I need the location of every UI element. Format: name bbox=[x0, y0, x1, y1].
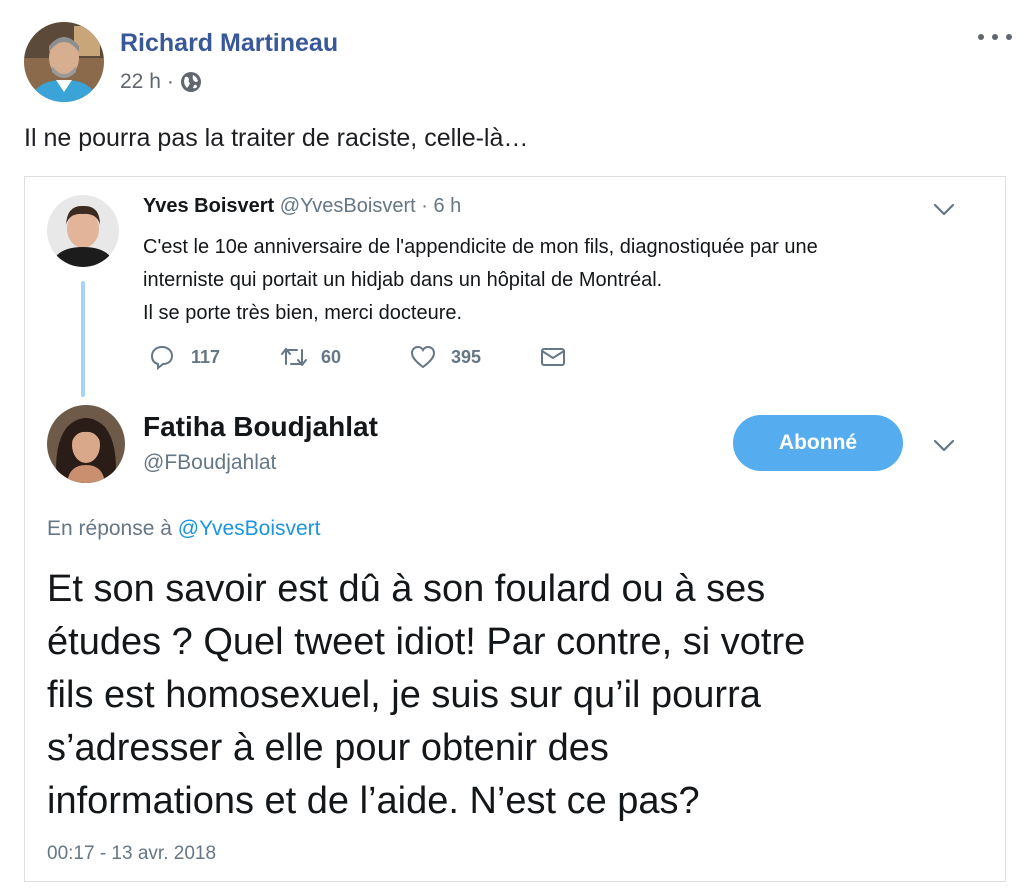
post-text: Il ne pourra pas la traiter de raciste, … bbox=[24, 124, 529, 152]
reply-icon bbox=[150, 345, 174, 370]
main-tweet-line: fils est homosexuel, je suis sur qu’il p… bbox=[47, 674, 761, 716]
parent-tweet-line: interniste qui portait un hidjab dans un… bbox=[143, 269, 663, 291]
parent-tweet-handle: @YvesBoisvert bbox=[279, 195, 416, 217]
envelope-icon bbox=[541, 348, 565, 366]
main-tweet-name: Fatiha Boudjahlat bbox=[143, 411, 378, 442]
author-name[interactable]: Richard Martineau bbox=[120, 29, 338, 58]
chevron-down-icon bbox=[933, 203, 955, 216]
main-tweet-text: Et son savoir est dû à son foulard ou à … bbox=[47, 563, 987, 828]
parent-tweet-text: C'est le 10e anniversaire de l'appendici… bbox=[143, 231, 963, 330]
reply-action: 117 bbox=[149, 342, 220, 372]
main-tweet-handle: @FBoudjahlat bbox=[143, 451, 277, 474]
main-tweet-line: Et son savoir est dû à son foulard ou à … bbox=[47, 568, 766, 610]
message-action bbox=[539, 342, 567, 372]
main-tweet-line: informations et de l’aide. N’est ce pas? bbox=[47, 780, 700, 822]
author-avatar[interactable] bbox=[24, 22, 104, 102]
main-tweet-line: s’adresser à elle pour obtenir des bbox=[47, 727, 609, 769]
thread-line bbox=[81, 281, 85, 397]
follow-button: Abonné bbox=[733, 415, 903, 471]
parent-tweet-time: · 6 h bbox=[421, 195, 462, 217]
retweet-count: 60 bbox=[321, 346, 342, 367]
post-header: Richard Martineau 22 h · bbox=[24, 22, 1014, 102]
chevron-down-icon bbox=[933, 439, 955, 452]
parent-tweet-name: Yves Boisvert bbox=[143, 195, 275, 217]
parent-tweet-header: Yves Boisvert @YvesBoisvert · 6 h bbox=[143, 195, 461, 218]
reply-to-prefix: En réponse à bbox=[47, 517, 172, 540]
fatiha-avatar bbox=[47, 405, 125, 483]
like-count: 395 bbox=[451, 346, 482, 367]
more-dots-icon[interactable] bbox=[978, 28, 1012, 46]
parent-tweet-line: Il se porte très bien, merci docteure. bbox=[143, 302, 463, 324]
retweet-icon bbox=[281, 348, 307, 366]
yves-avatar bbox=[47, 195, 119, 267]
heart-icon bbox=[410, 345, 436, 369]
globe-icon bbox=[180, 72, 201, 92]
post-meta: 22 h · bbox=[120, 70, 202, 94]
reply-to-line: En réponse à @YvesBoisvert bbox=[47, 517, 321, 541]
like-action: 395 bbox=[409, 342, 481, 372]
meta-separator: · bbox=[166, 70, 174, 93]
reply-to-mention: @YvesBoisvert bbox=[177, 517, 321, 540]
tweet-actions: 117 60 395 bbox=[143, 342, 603, 372]
reply-count: 117 bbox=[191, 346, 221, 367]
main-tweet-timestamp: 00:17 - 13 avr. 2018 bbox=[47, 843, 217, 864]
tweet-screenshot[interactable]: Yves Boisvert @YvesBoisvert · 6 h C'est … bbox=[24, 176, 1006, 882]
retweet-action: 60 bbox=[279, 342, 341, 372]
parent-tweet-line: C'est le 10e anniversaire de l'appendici… bbox=[143, 236, 818, 258]
main-tweet-line: études ? Quel tweet idiot! Par contre, s… bbox=[47, 621, 806, 663]
post-time[interactable]: 22 h bbox=[120, 70, 161, 94]
